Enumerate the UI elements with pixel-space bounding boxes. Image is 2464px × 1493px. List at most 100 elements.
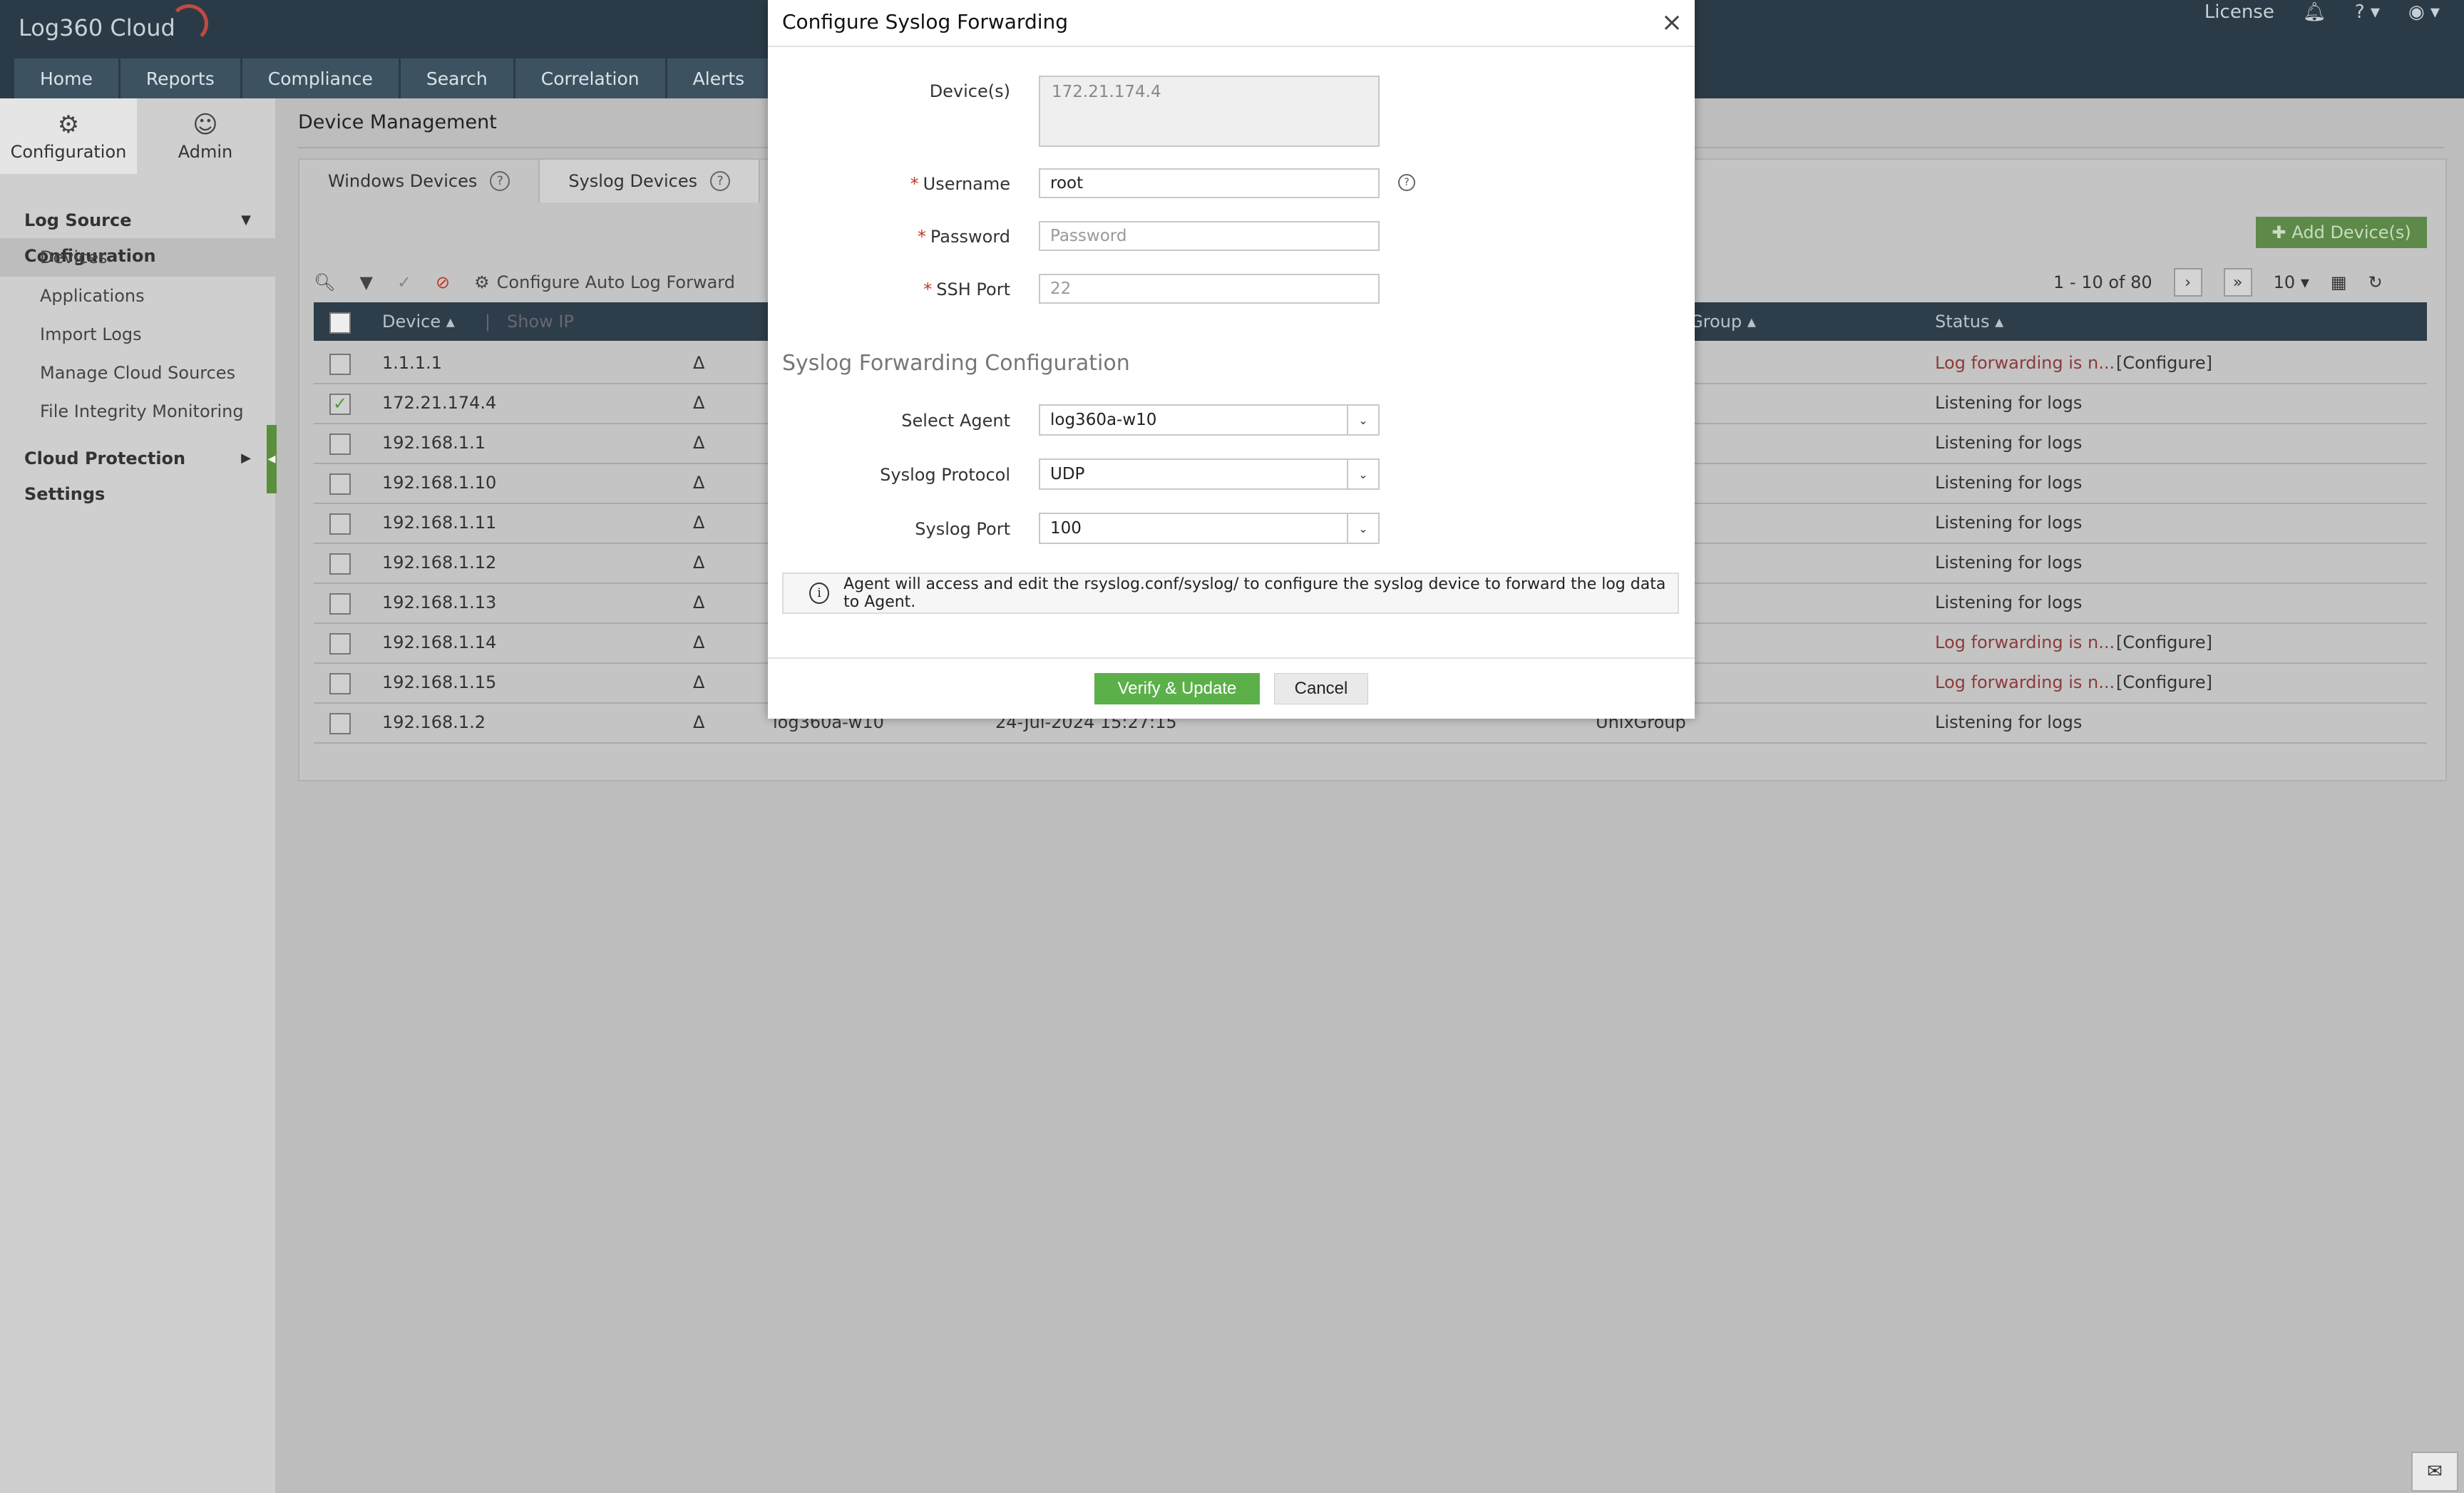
column-status[interactable]: Status ▴ — [1935, 302, 2003, 341]
row-checkbox[interactable] — [329, 553, 351, 575]
nav-tab-home[interactable]: Home — [14, 58, 120, 98]
nav-tab-search[interactable]: Search — [400, 58, 515, 98]
sidebar-item-applications[interactable]: Applications — [0, 277, 275, 315]
row-checkbox[interactable] — [329, 713, 351, 734]
row-checkbox[interactable] — [329, 673, 351, 694]
sidebar-collapse-handle[interactable]: ◀ — [267, 425, 277, 493]
configure-link[interactable]: [Configure] — [2116, 344, 2212, 383]
username-input[interactable] — [1039, 168, 1380, 198]
row-checkbox[interactable] — [329, 513, 351, 535]
show-ip-label: Show IP — [506, 312, 574, 332]
sidebar-tab-label: Admin — [178, 142, 233, 162]
device-name[interactable]: 172.21.174.4 — [382, 384, 496, 423]
page-size-select[interactable]: 10 ▾ — [2274, 272, 2309, 292]
tab-syslog-devices[interactable]: Syslog Devices ? — [540, 160, 761, 202]
sidebar-section-log-source[interactable]: Log Source Configuration ▼ — [0, 202, 275, 266]
device-type-tabs: Windows Devices ? Syslog Devices ? — [299, 160, 761, 202]
device-name[interactable]: 192.168.1.15 — [382, 663, 496, 702]
configure-auto-log-forward[interactable]: ⚙ Configure Auto Log Forward — [474, 272, 735, 292]
chevron-down-icon: ⌄ — [1347, 514, 1378, 543]
show-ip-toggle[interactable]: | Show IP — [485, 302, 574, 341]
tab-label: Windows Devices — [328, 171, 478, 191]
nav-tab-correlation[interactable]: Correlation — [515, 58, 667, 98]
gear-icon: ⚙ — [474, 272, 490, 292]
user-menu-icon[interactable]: ◉ ▾ — [2408, 1, 2440, 23]
filter-icon[interactable]: ▼ — [359, 272, 372, 292]
help-circle-icon[interactable]: ? — [490, 171, 510, 191]
help-icon[interactable]: ? ▾ — [2355, 1, 2380, 23]
cancel-button[interactable]: Cancel — [1274, 673, 1368, 704]
nav-tab-compliance[interactable]: Compliance — [242, 58, 401, 98]
row-checkbox[interactable] — [329, 633, 351, 655]
status-text: Listening for logs — [1935, 553, 2083, 573]
username-label: * Username — [910, 174, 1010, 194]
row-checkbox[interactable] — [329, 354, 351, 375]
row-checkbox[interactable] — [329, 433, 351, 455]
pagination: 1 - 10 of 80 › » 10 ▾ ▦ ↻ — [2053, 264, 2383, 301]
close-icon[interactable]: × — [1658, 6, 1686, 40]
license-link[interactable]: License — [2204, 1, 2274, 23]
device-name[interactable]: 192.168.1.1 — [382, 424, 486, 463]
configure-link[interactable]: [Configure] — [2116, 623, 2212, 662]
status-text: Listening for logs — [1935, 473, 2083, 493]
linux-icon: Δ — [693, 672, 705, 692]
device-name[interactable]: 192.168.1.12 — [382, 543, 496, 583]
device-name[interactable]: 192.168.1.13 — [382, 583, 496, 622]
caret-right-icon: ▶ — [241, 451, 251, 466]
pager-range: 1 - 10 of 80 — [2053, 272, 2152, 292]
device-name[interactable]: 192.168.1.11 — [382, 503, 496, 543]
select-all-checkbox[interactable] — [329, 312, 351, 334]
nav-tab-reports[interactable]: Reports — [120, 58, 242, 98]
sidebar-tab-admin[interactable]: ☺ Admin — [137, 98, 274, 174]
sidebar-section-label: Cloud Protection Settings — [24, 448, 186, 504]
app-logo[interactable]: Log360 Cloud — [19, 4, 208, 57]
sidebar-item-file-integrity[interactable]: File Integrity Monitoring — [0, 392, 275, 431]
help-circle-icon[interactable]: ? — [1398, 174, 1415, 191]
username-label-text: Username — [923, 174, 1010, 194]
help-circle-icon[interactable]: ? — [710, 171, 731, 191]
sidebar-section-cloud-protection[interactable]: Cloud Protection Settings ▶ — [0, 441, 275, 504]
select-agent-dropdown[interactable]: log360a-w10 ⌄ — [1039, 404, 1380, 436]
next-page-icon[interactable]: › — [2173, 268, 2202, 297]
configure-auto-log-forward-label: Configure Auto Log Forward — [496, 272, 735, 292]
last-page-icon[interactable]: » — [2223, 268, 2252, 297]
ssh-port-label-text: SSH Port — [936, 279, 1010, 299]
sidebar-tab-label: Configuration — [10, 142, 127, 162]
row-checkbox[interactable] — [329, 473, 351, 495]
device-name[interactable]: 192.168.1.14 — [382, 623, 496, 662]
add-devices-button[interactable]: ✚ Add Device(s) — [2256, 217, 2427, 248]
syslog-port-dropdown[interactable]: 100 ⌄ — [1039, 513, 1380, 544]
ssh-port-input[interactable] — [1039, 274, 1380, 304]
row-checkbox[interactable] — [329, 593, 351, 615]
refresh-icon[interactable]: ↻ — [2368, 272, 2383, 292]
search-icon[interactable]: 🔍︎ — [314, 272, 335, 292]
password-label-text: Password — [930, 227, 1010, 247]
disable-icon[interactable]: ⊘ — [436, 272, 450, 292]
column-group[interactable]: Group ▴ — [1690, 302, 1756, 341]
sidebar-item-manage-cloud-sources[interactable]: Manage Cloud Sources — [0, 354, 275, 392]
select-agent-value: log360a-w10 — [1050, 411, 1157, 429]
chat-icon[interactable]: ✉ — [2411, 1452, 2458, 1492]
enable-icon[interactable]: ✓ — [397, 272, 411, 292]
device-name[interactable]: 192.168.1.2 — [382, 703, 486, 742]
tab-windows-devices[interactable]: Windows Devices ? — [299, 160, 540, 202]
bell-icon[interactable]: 🔔︎ — [2303, 1, 2326, 23]
column-device[interactable]: Device ▴ — [382, 302, 455, 341]
column-label: Device — [382, 312, 441, 332]
syslog-protocol-dropdown[interactable]: UDP ⌄ — [1039, 458, 1380, 490]
left-sidebar: ⚙ Configuration ☺ Admin Log Source Confi… — [0, 98, 277, 1493]
password-input[interactable] — [1039, 221, 1380, 251]
sidebar-tab-configuration[interactable]: ⚙ Configuration — [0, 98, 137, 174]
configure-link[interactable]: [Configure] — [2116, 663, 2212, 702]
linux-icon: Δ — [693, 393, 705, 413]
verify-update-button[interactable]: Verify & Update — [1094, 673, 1260, 704]
caret-down-icon: ▼ — [241, 212, 251, 227]
column-chooser-icon[interactable]: ▦ — [2331, 272, 2347, 292]
row-checkbox[interactable]: ✓ — [329, 394, 351, 415]
syslog-protocol-label: Syslog Protocol — [880, 465, 1010, 485]
device-name[interactable]: 1.1.1.1 — [382, 344, 442, 383]
device-name[interactable]: 192.168.1.10 — [382, 463, 496, 503]
sidebar-item-import-logs[interactable]: Import Logs — [0, 315, 275, 354]
nav-tab-alerts[interactable]: Alerts — [667, 58, 773, 98]
chevron-down-icon: ⌄ — [1347, 406, 1378, 434]
